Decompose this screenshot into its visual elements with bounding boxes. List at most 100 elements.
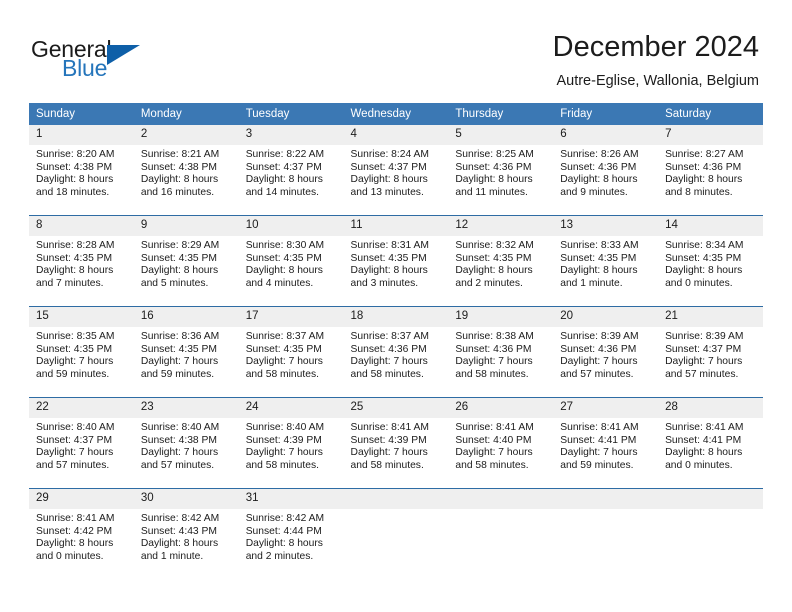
day-number: 9 xyxy=(133,216,239,236)
daylight-text-line1: Daylight: 8 hours xyxy=(665,447,743,459)
daylight-text-line2: and 57 minutes. xyxy=(665,368,739,380)
daylight-text-line1: Daylight: 8 hours xyxy=(455,265,533,277)
daylight-text-line1: Daylight: 7 hours xyxy=(350,447,428,459)
day-cell[interactable]: 4 Sunrise: 8:24 AM Sunset: 4:37 PM Daylight… xyxy=(343,125,449,207)
day-cell[interactable]: 21 Sunrise: 8:39 AM Sunset: 4:37 PM Dayligh… xyxy=(658,306,763,389)
day-cell[interactable]: 26 Sunrise: 8:41 AM Sunset: 4:40 PM Dayligh… xyxy=(448,397,554,480)
sunset-text: Sunset: 4:42 PM xyxy=(36,525,113,537)
daylight-text-line1: Daylight: 8 hours xyxy=(665,174,743,186)
day-number: 20 xyxy=(553,307,659,327)
day-cell[interactable]: 23 Sunrise: 8:40 AM Sunset: 4:38 PM Dayligh… xyxy=(133,397,239,480)
daylight-text-line1: Daylight: 8 hours xyxy=(36,265,114,277)
daylight-text-line1: Daylight: 7 hours xyxy=(455,356,533,368)
daylight-text-line1: Daylight: 8 hours xyxy=(245,538,323,550)
day-number: 8 xyxy=(29,216,134,236)
day-cell[interactable]: 2 Sunrise: 8:21 AM Sunset: 4:38 PM Daylight… xyxy=(133,125,239,207)
daylight-text-line2: and 18 minutes. xyxy=(36,186,110,198)
day-cell[interactable]: 9 Sunrise: 8:29 AM Sunset: 4:35 PM Daylight… xyxy=(133,215,239,298)
sunset-text: Sunset: 4:43 PM xyxy=(140,525,217,537)
sunset-text: Sunset: 4:37 PM xyxy=(36,434,113,446)
day-cell[interactable]: 30 Sunrise: 8:42 AM Sunset: 4:43 PM Dayligh… xyxy=(133,488,239,571)
sunrise-text: Sunrise: 8:28 AM xyxy=(36,240,115,251)
daylight-text-line1: Daylight: 7 hours xyxy=(455,447,533,459)
day-cell[interactable]: 11 Sunrise: 8:31 AM Sunset: 4:35 PM Dayligh… xyxy=(343,215,449,298)
calendar-week-row: 1 Sunrise: 8:20 AM Sunset: 4:38 PM Daylight… xyxy=(29,125,763,207)
daylight-text-line1: Daylight: 8 hours xyxy=(350,265,428,277)
daylight-text-line2: and 1 minute. xyxy=(140,550,204,562)
day-details: Sunrise: 8:41 AM Sunset: 4:40 PM Daylight:… xyxy=(448,418,553,472)
day-cell[interactable]: 7 Sunrise: 8:27 AM Sunset: 4:36 PM Daylight… xyxy=(658,125,763,207)
day-number: 19 xyxy=(448,307,554,327)
day-number: 22 xyxy=(29,398,134,418)
day-number: 31 xyxy=(238,489,344,509)
sunrise-text: Sunrise: 8:40 AM xyxy=(245,422,325,433)
daylight-text-line2: and 57 minutes. xyxy=(36,459,110,471)
day-cell[interactable]: 15 Sunrise: 8:35 AM Sunset: 4:35 PM Dayligh… xyxy=(29,306,134,389)
day-details: Sunrise: 8:37 AM Sunset: 4:35 PM Daylight:… xyxy=(239,327,344,381)
day-cell[interactable]: 18 Sunrise: 8:37 AM Sunset: 4:36 PM Dayligh… xyxy=(343,306,449,389)
day-cell[interactable]: 25 Sunrise: 8:41 AM Sunset: 4:39 PM Dayligh… xyxy=(343,397,449,480)
day-number: 11 xyxy=(343,216,449,236)
day-number: 16 xyxy=(133,307,239,327)
day-cell[interactable]: 28 Sunrise: 8:41 AM Sunset: 4:41 PM Dayligh… xyxy=(658,397,763,480)
sunset-text: Sunset: 4:35 PM xyxy=(245,343,322,355)
sunrise-text: Sunrise: 8:40 AM xyxy=(36,422,115,433)
day-number: 7 xyxy=(658,125,763,145)
daylight-text-line2: and 0 minutes. xyxy=(665,277,733,289)
day-details: Sunrise: 8:38 AM Sunset: 4:36 PM Daylight:… xyxy=(448,327,553,381)
calendar-header-row: Sunday Monday Tuesday Wednesday Thursday… xyxy=(29,103,763,125)
daylight-text-line1: Daylight: 7 hours xyxy=(36,447,114,459)
calendar-week-row: 29 Sunrise: 8:41 AM Sunset: 4:42 PM Dayligh… xyxy=(29,488,763,571)
day-number xyxy=(553,489,659,509)
sunrise-text: Sunrise: 8:26 AM xyxy=(560,149,639,160)
day-number: 14 xyxy=(658,216,763,236)
weekday-header-saturday: Saturday xyxy=(658,103,763,125)
daylight-text-line1: Daylight: 7 hours xyxy=(350,356,428,368)
sunrise-text: Sunrise: 8:42 AM xyxy=(245,513,325,524)
day-cell[interactable]: 3 Sunrise: 8:22 AM Sunset: 4:37 PM Daylight… xyxy=(238,125,344,207)
day-cell[interactable]: 20 Sunrise: 8:39 AM Sunset: 4:36 PM Dayligh… xyxy=(553,306,659,389)
sunset-text: Sunset: 4:44 PM xyxy=(245,525,322,537)
day-details: Sunrise: 8:33 AM Sunset: 4:35 PM Daylight:… xyxy=(553,236,658,290)
day-details: Sunrise: 8:41 AM Sunset: 4:41 PM Daylight:… xyxy=(658,418,763,472)
sunrise-text: Sunrise: 8:32 AM xyxy=(455,240,534,251)
day-cell[interactable]: 19 Sunrise: 8:38 AM Sunset: 4:36 PM Dayligh… xyxy=(448,306,554,389)
day-cell[interactable]: 14 Sunrise: 8:34 AM Sunset: 4:35 PM Dayligh… xyxy=(658,215,763,298)
day-details: Sunrise: 8:29 AM Sunset: 4:35 PM Daylight:… xyxy=(134,236,239,290)
day-cell[interactable]: 24 Sunrise: 8:40 AM Sunset: 4:39 PM Dayligh… xyxy=(238,397,344,480)
sunrise-text: Sunrise: 8:22 AM xyxy=(245,149,325,160)
day-cell-empty xyxy=(343,488,449,571)
sunrise-text: Sunrise: 8:36 AM xyxy=(140,331,220,342)
day-details: Sunrise: 8:41 AM Sunset: 4:42 PM Daylight:… xyxy=(29,509,134,563)
day-cell[interactable]: 17 Sunrise: 8:37 AM Sunset: 4:35 PM Dayligh… xyxy=(238,306,344,389)
sunrise-text: Sunrise: 8:24 AM xyxy=(350,149,429,160)
day-details: Sunrise: 8:31 AM Sunset: 4:35 PM Daylight:… xyxy=(344,236,449,290)
sunset-text: Sunset: 4:37 PM xyxy=(665,343,742,355)
day-cell[interactable]: 5 Sunrise: 8:25 AM Sunset: 4:36 PM Daylight… xyxy=(448,125,554,207)
day-cell[interactable]: 22 Sunrise: 8:40 AM Sunset: 4:37 PM Dayligh… xyxy=(29,397,134,480)
week-spacer xyxy=(29,389,763,398)
day-cell[interactable]: 16 Sunrise: 8:36 AM Sunset: 4:35 PM Dayligh… xyxy=(133,306,239,389)
day-cell[interactable]: 27 Sunrise: 8:41 AM Sunset: 4:41 PM Dayligh… xyxy=(553,397,659,480)
brand-logo[interactable]: General Blue xyxy=(31,36,221,84)
daylight-text-line1: Daylight: 8 hours xyxy=(245,174,323,186)
day-number: 15 xyxy=(29,307,134,327)
day-cell[interactable]: 31 Sunrise: 8:42 AM Sunset: 4:44 PM Dayligh… xyxy=(238,488,344,571)
day-cell[interactable]: 12 Sunrise: 8:32 AM Sunset: 4:35 PM Dayligh… xyxy=(448,215,554,298)
day-details: Sunrise: 8:36 AM Sunset: 4:35 PM Daylight:… xyxy=(134,327,239,381)
sunrise-text: Sunrise: 8:41 AM xyxy=(455,422,534,433)
day-cell[interactable]: 6 Sunrise: 8:26 AM Sunset: 4:36 PM Daylight… xyxy=(553,125,659,207)
sunset-text: Sunset: 4:36 PM xyxy=(350,343,427,355)
day-number: 17 xyxy=(238,307,344,327)
daylight-text-line2: and 57 minutes. xyxy=(560,368,634,380)
day-cell[interactable]: 8 Sunrise: 8:28 AM Sunset: 4:35 PM Daylight… xyxy=(29,215,134,298)
day-cell[interactable]: 10 Sunrise: 8:30 AM Sunset: 4:35 PM Dayligh… xyxy=(238,215,344,298)
day-details: Sunrise: 8:22 AM Sunset: 4:37 PM Daylight:… xyxy=(239,145,344,199)
day-details: Sunrise: 8:41 AM Sunset: 4:41 PM Daylight:… xyxy=(553,418,658,472)
daylight-text-line2: and 16 minutes. xyxy=(140,186,215,198)
day-cell[interactable]: 1 Sunrise: 8:20 AM Sunset: 4:38 PM Daylight… xyxy=(29,125,134,207)
daylight-text-line2: and 59 minutes. xyxy=(140,368,215,380)
day-details: Sunrise: 8:27 AM Sunset: 4:36 PM Daylight:… xyxy=(658,145,763,199)
day-cell[interactable]: 13 Sunrise: 8:33 AM Sunset: 4:35 PM Dayligh… xyxy=(553,215,659,298)
day-cell[interactable]: 29 Sunrise: 8:41 AM Sunset: 4:42 PM Dayligh… xyxy=(29,488,134,571)
